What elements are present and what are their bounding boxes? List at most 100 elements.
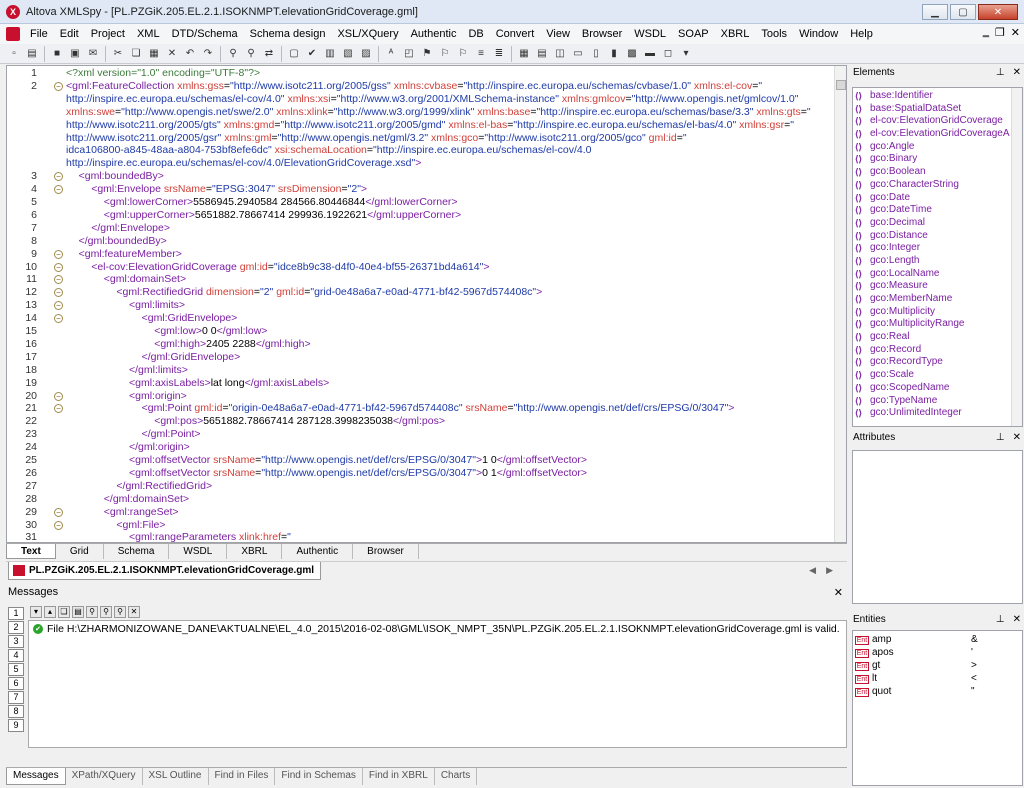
email-icon[interactable]: ✉	[85, 46, 101, 62]
element-item[interactable]: ⟨⟩ gco:Distance	[853, 230, 1022, 243]
code-line[interactable]: xmlns:swe="http://www.opengis.net/swe/2.…	[7, 106, 827, 119]
menu-edit[interactable]: Edit	[54, 24, 85, 44]
element-item[interactable]: ⟨⟩ el-cov:ElevationGridCoverage	[853, 115, 1022, 128]
code-line[interactable]: 9 − <gml:featureMember>	[7, 248, 827, 261]
element-item[interactable]: ⟨⟩ gco:Measure	[853, 280, 1022, 293]
message-slot-tab[interactable]: 3	[8, 635, 24, 648]
menu-convert[interactable]: Convert	[490, 24, 541, 44]
entity-row[interactable]: Ent quot "	[853, 685, 1022, 698]
fold-toggle-icon[interactable]: −	[54, 185, 63, 195]
output-tab-find-in-files[interactable]: Find in Files	[209, 768, 276, 785]
output-tab-charts[interactable]: Charts	[435, 768, 478, 785]
element-item[interactable]: ⟨⟩ el-cov:ElevationGridCoverageA	[853, 128, 1022, 141]
code-line[interactable]: 25 <gml:offsetVector srsName="http://www.…	[7, 454, 827, 467]
view-tab-browser[interactable]: Browser	[353, 544, 419, 559]
code-line[interactable]: idca106800-a845-48aa-a804-753bf8efe6dc" …	[7, 144, 827, 157]
view-tab-xbrl[interactable]: XBRL	[227, 544, 283, 559]
code-line[interactable]: 15 <gml:low>0 0</gml:low>	[7, 325, 827, 338]
pretty-print-icon[interactable]: ≡	[473, 46, 489, 62]
fold-toggle-icon[interactable]: −	[54, 262, 63, 272]
redo-icon[interactable]: ↷	[200, 46, 216, 62]
toolbar-options-icon[interactable]: ▾	[678, 46, 694, 62]
code-line[interactable]: 30 − <gml:File>	[7, 519, 827, 532]
code-line[interactable]: 14 − <gml:GridEnvelope>	[7, 312, 827, 325]
wrap-icon[interactable]: ≣	[491, 46, 507, 62]
menu-view[interactable]: View	[540, 24, 576, 44]
code-line[interactable]: 3 − <gml:boundedBy>	[7, 170, 827, 183]
menu-xml[interactable]: XML	[131, 24, 166, 44]
code-line[interactable]: 23 </gml:Point>	[7, 428, 827, 441]
fold-toggle-icon[interactable]: −	[54, 404, 63, 414]
copy-message-icon[interactable]: ❏	[58, 606, 70, 618]
menu-tools[interactable]: Tools	[755, 24, 793, 44]
text-editor[interactable]: 1 <?xml version="1.0" encoding="UTF-8"?> 2…	[6, 65, 847, 543]
message-slot-tab[interactable]: 9	[8, 719, 24, 732]
menu-schema-design[interactable]: Schema design	[244, 24, 332, 44]
code-line[interactable]: 11 − <gml:domainSet>	[7, 273, 827, 286]
entity-row[interactable]: Ent apos '	[853, 646, 1022, 659]
messages-close-icon[interactable]: ✕	[834, 586, 843, 599]
delete-icon[interactable]: ✕	[164, 46, 180, 62]
message-slot-tab[interactable]: 4	[8, 649, 24, 662]
find-next-message-icon[interactable]: ⚲	[100, 606, 112, 618]
menu-dtd-schema[interactable]: DTD/Schema	[166, 24, 244, 44]
code-line[interactable]: http://www.isotc211.org/2005/gsr" xmlns:…	[7, 132, 827, 145]
clear-messages-icon[interactable]: ✕	[128, 606, 140, 618]
output-window-icon[interactable]: ▬	[642, 46, 658, 62]
element-item[interactable]: ⟨⟩ gco:UnlimitedInteger	[853, 407, 1022, 420]
info-window-icon[interactable]: ▮	[606, 46, 622, 62]
close-button[interactable]: ✕	[978, 4, 1018, 20]
entities-close-icon[interactable]: ✕	[1013, 612, 1021, 628]
menu-db[interactable]: DB	[462, 24, 489, 44]
element-item[interactable]: ⟨⟩ gco:Integer	[853, 242, 1022, 255]
code-line[interactable]: 28 </gml:domainSet>	[7, 493, 827, 506]
element-item[interactable]: ⟨⟩ gco:Angle	[853, 141, 1022, 154]
code-line[interactable]: 7 </gml:Envelope>	[7, 222, 827, 235]
element-item[interactable]: ⟨⟩ gco:Decimal	[853, 217, 1022, 230]
code-line[interactable]: 1 <?xml version="1.0" encoding="UTF-8"?>	[7, 67, 827, 80]
fullscreen-icon[interactable]: ◻	[660, 46, 676, 62]
code-line[interactable]: 6 <gml:upperCorner>5651882.78667414 29993…	[7, 209, 827, 222]
element-item[interactable]: ⟨⟩ base:SpatialDataSet	[853, 103, 1022, 116]
grid-view-icon[interactable]: ▦	[516, 46, 532, 62]
code-line[interactable]: 27 </gml:RectifiedGrid>	[7, 480, 827, 493]
project-window-icon[interactable]: ▯	[588, 46, 604, 62]
code-line[interactable]: 24 </gml:origin>	[7, 441, 827, 454]
code-line[interactable]: http://inspire.ec.europa.eu/schemas/el-c…	[7, 157, 827, 170]
code-line[interactable]: 8 </gml:boundedBy>	[7, 235, 827, 248]
fold-toggle-icon[interactable]: −	[54, 314, 63, 324]
element-item[interactable]: ⟨⟩ gco:LocalName	[853, 268, 1022, 281]
replace-icon[interactable]: ⇄	[261, 46, 277, 62]
tab-prev-icon[interactable]: ◀	[809, 565, 816, 576]
xquery-icon[interactable]: ▨	[358, 46, 374, 62]
fold-toggle-icon[interactable]: −	[54, 507, 63, 517]
code-line[interactable]: 10 − <el-cov:ElevationGridCoverage gml:id=…	[7, 261, 827, 274]
db-icon[interactable]: ◫	[552, 46, 568, 62]
find-message-icon[interactable]: ⚲	[86, 606, 98, 618]
code-line[interactable]: 13 − <gml:limits>	[7, 299, 827, 312]
document-icon[interactable]	[6, 27, 20, 41]
menu-xsl-xquery[interactable]: XSL/XQuery	[331, 24, 404, 44]
output-tab-find-in-xbrl[interactable]: Find in XBRL	[363, 768, 435, 785]
output-tab-xpath-xquery[interactable]: XPath/XQuery	[66, 768, 143, 785]
entity-row[interactable]: Ent lt <	[853, 672, 1022, 685]
maximize-button[interactable]: ▢	[950, 4, 976, 20]
document-tab[interactable]: PL.PZGiK.205.EL.2.1.ISOKNMPT.elevationGr…	[8, 562, 322, 580]
next-message-icon[interactable]: ▾	[30, 606, 42, 618]
code-line[interactable]: 22 <gml:pos>5651882.78667414 287128.39982…	[7, 415, 827, 428]
menu-soap[interactable]: SOAP	[672, 24, 715, 44]
menu-authentic[interactable]: Authentic	[405, 24, 463, 44]
fold-toggle-icon[interactable]: −	[54, 288, 63, 298]
undo-icon[interactable]: ↶	[182, 46, 198, 62]
schema-view-icon[interactable]: ▤	[534, 46, 550, 62]
element-item[interactable]: ⟨⟩ gco:DateTime	[853, 204, 1022, 217]
code-line[interactable]: 20 − <gml:origin>	[7, 390, 827, 403]
code-line[interactable]: http://inspire.ec.europa.eu/schemas/el-c…	[7, 93, 827, 106]
code-line[interactable]: 16 <gml:high>2405 2288</gml:high>	[7, 338, 827, 351]
pin-icon[interactable]: ⊥	[996, 430, 1005, 446]
output-tab-find-in-schemas[interactable]: Find in Schemas	[275, 768, 363, 785]
code-line[interactable]: 12 − <gml:RectifiedGrid dimension="2" gml:…	[7, 286, 827, 299]
menu-xbrl[interactable]: XBRL	[715, 24, 756, 44]
element-item[interactable]: ⟨⟩ gco:MultiplicityRange	[853, 318, 1022, 331]
element-item[interactable]: ⟨⟩ gco:ScopedName	[853, 382, 1022, 395]
